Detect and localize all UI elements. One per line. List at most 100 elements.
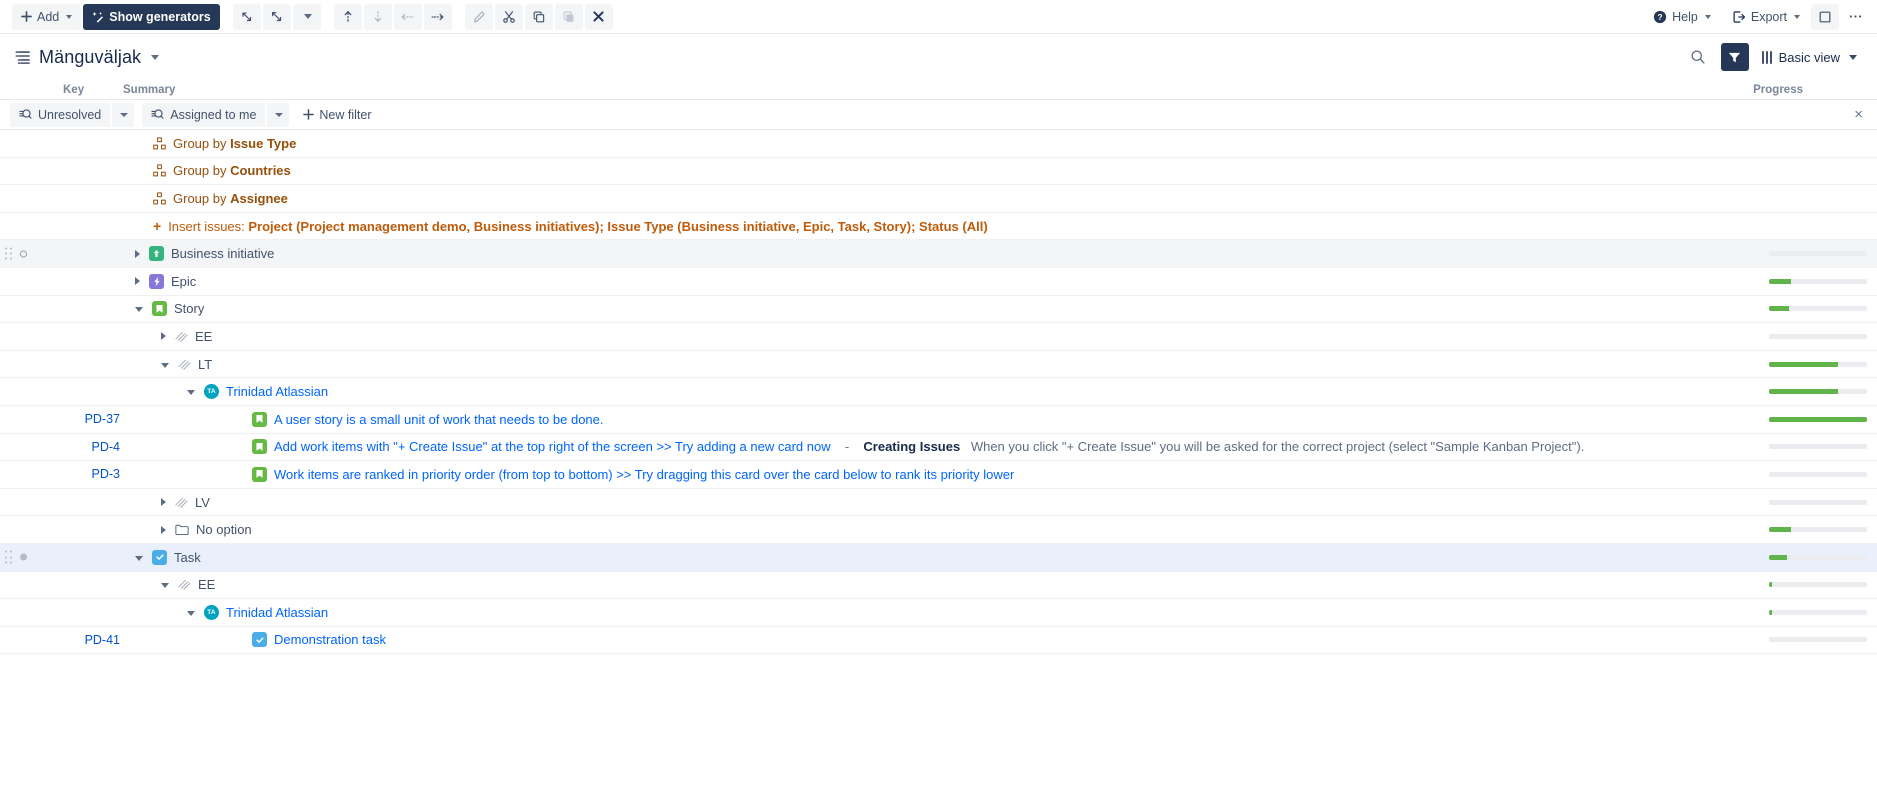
collapse-twisty-icon[interactable]	[161, 583, 169, 589]
help-button[interactable]: ? Help	[1644, 4, 1720, 30]
collapse-diagonal-icon[interactable]	[262, 3, 291, 30]
drag-handle[interactable]	[5, 550, 12, 564]
progress-bar	[1769, 554, 1867, 560]
group-by-icon	[153, 137, 166, 150]
header-actions: Basic view	[1684, 43, 1861, 71]
copy-icon[interactable]	[524, 3, 553, 30]
column-header-summary[interactable]: Summary	[123, 84, 175, 96]
add-button[interactable]: Add	[12, 3, 82, 30]
filter-funnel-icon[interactable]	[1720, 43, 1749, 71]
summary-cell: Task	[135, 549, 201, 565]
collapse-twisty-icon[interactable]	[135, 307, 143, 313]
outdent-icon[interactable]	[393, 3, 422, 30]
structure-header: Mänguväljak Basic view	[0, 34, 1877, 80]
collapse-twisty-icon[interactable]	[187, 610, 195, 616]
tree-row-trinidad-atlassian-2[interactable]: TA Trinidad Atlassian	[0, 599, 1877, 627]
side-panel-toggle[interactable]	[1811, 3, 1839, 30]
group-by-row[interactable]: Group by Countries	[0, 158, 1877, 186]
column-header-key[interactable]: Key	[63, 84, 84, 96]
progress-bar	[1769, 306, 1867, 312]
issue-key-link[interactable]: PD-3	[40, 467, 120, 481]
tree-row-epic[interactable]: Epic	[0, 268, 1877, 296]
close-icon[interactable]: ×	[1850, 105, 1867, 124]
drag-handle[interactable]	[5, 247, 12, 260]
filter-chip-dropdown[interactable]	[267, 102, 290, 127]
collapse-twisty-icon[interactable]	[135, 555, 143, 561]
cut-scissors-icon[interactable]	[494, 3, 523, 30]
new-filter-button[interactable]: New filter	[297, 103, 377, 127]
group-by-row[interactable]: Group by Issue Type	[0, 130, 1877, 158]
expand-twisty-icon[interactable]	[161, 332, 166, 341]
column-headers: Key Summary Progress	[0, 80, 1877, 100]
tree-row-story[interactable]: Story	[0, 296, 1877, 324]
expand-diagonal-icon[interactable]	[232, 3, 261, 30]
tree-row-business-initiative[interactable]: Business initiative	[0, 240, 1877, 268]
chevron-down-icon[interactable]	[292, 3, 321, 30]
column-header-progress[interactable]: Progress	[1753, 84, 1803, 96]
tree-row-trinidad-atlassian[interactable]: TA Trinidad Atlassian	[0, 378, 1877, 406]
tree-row-issue[interactable]: PD-3 Work items are ranked in priority or…	[0, 461, 1877, 489]
tree-row-lt[interactable]: LT	[0, 351, 1877, 379]
issue-key-link[interactable]: PD-41	[40, 633, 120, 647]
initiative-icon	[149, 246, 164, 262]
filter-chip-dropdown[interactable]	[112, 102, 135, 127]
paste-icon[interactable]	[554, 3, 583, 30]
expand-twisty-icon[interactable]	[135, 277, 140, 286]
help-circle-icon: ?	[1654, 10, 1667, 23]
structure-selector[interactable]: Mänguväljak	[14, 47, 160, 68]
chevron-down-icon	[1849, 54, 1857, 60]
edit-pencil-icon[interactable]	[464, 3, 493, 30]
issue-key-link[interactable]: PD-37	[40, 412, 120, 426]
progress-bar	[1769, 582, 1867, 588]
tree-row-issue[interactable]: PD-4 Add work items with "+ Create Issue"…	[0, 434, 1877, 462]
tree-row-no-option[interactable]: No option	[0, 516, 1877, 544]
chevron-down-icon	[275, 112, 284, 117]
group-by-icon	[153, 164, 166, 177]
move-up-icon[interactable]	[333, 3, 362, 30]
insert-issues-row[interactable]: + Insert issues: Project (Project managem…	[0, 213, 1877, 241]
filter-chip-assigned-to-me[interactable]: Assigned to me	[142, 102, 290, 127]
summary-cell: LV	[161, 495, 210, 510]
tree-row-task[interactable]: Task	[0, 543, 1877, 572]
progress-bar	[1769, 333, 1867, 339]
avatar: TA	[204, 604, 219, 620]
summary-cell: EE	[161, 577, 215, 592]
move-down-icon[interactable]	[363, 3, 392, 30]
progress-bar	[1769, 416, 1867, 422]
group-by-row[interactable]: Group by Assignee	[0, 185, 1877, 213]
twisty-placeholder	[232, 635, 243, 644]
collapse-twisty-icon[interactable]	[187, 390, 195, 396]
row-summary-label: A user story is a small unit of work tha…	[274, 411, 604, 427]
tree-row-ee-2[interactable]: EE	[0, 572, 1877, 600]
view-switcher[interactable]: Basic view	[1758, 47, 1861, 68]
tree-row-ee[interactable]: EE	[0, 323, 1877, 351]
twisty-placeholder	[232, 442, 243, 451]
row-summary-label: Work items are ranked in priority order …	[274, 466, 1015, 482]
tree-row-lv[interactable]: LV	[0, 489, 1877, 517]
filter-chip-unresolved[interactable]: Unresolved	[10, 102, 135, 127]
more-options-button[interactable]	[1841, 4, 1869, 30]
summary-cell: TA Trinidad Atlassian	[187, 384, 328, 400]
export-button[interactable]: Export	[1722, 4, 1809, 30]
issue-key-link[interactable]: PD-4	[40, 440, 120, 454]
summary-cell: Work items are ranked in priority order …	[232, 466, 1015, 482]
expand-twisty-icon[interactable]	[161, 498, 166, 507]
tree-row-issue[interactable]: PD-37 A user story is a small unit of wor…	[0, 406, 1877, 434]
show-generators-button[interactable]: Show generators	[83, 3, 220, 30]
search-icon[interactable]	[1684, 43, 1712, 71]
indent-icon[interactable]	[423, 3, 452, 30]
expand-twisty-icon[interactable]	[161, 525, 166, 534]
row-summary-label: EE	[195, 328, 213, 344]
collapse-twisty-icon[interactable]	[161, 362, 169, 368]
generator-label: Group by Countries	[153, 163, 291, 178]
row-marker	[20, 553, 27, 561]
filter-bar: Unresolved Assigned to me New filter ×	[0, 100, 1877, 130]
row-marker	[20, 250, 27, 258]
no-value-hatch-icon	[175, 496, 188, 509]
progress-bar	[1769, 637, 1867, 643]
generator-label: Group by Issue Type	[153, 136, 296, 151]
avatar: TA	[204, 384, 219, 400]
delete-x-icon[interactable]	[584, 3, 613, 30]
expand-twisty-icon[interactable]	[135, 249, 140, 258]
tree-row-issue[interactable]: PD-41 Demonstration task	[0, 627, 1877, 655]
